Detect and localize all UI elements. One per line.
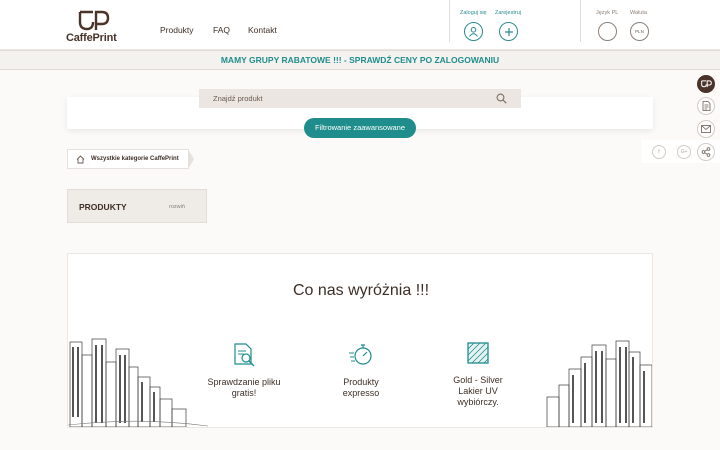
logo-cup-icon: [78, 10, 110, 31]
feature-file-check: Sprawdzanie pliku gratis!: [189, 342, 299, 399]
feature-varnish: Gold - Silver Lakier UV wybiórczy.: [423, 340, 533, 408]
user-icon: [469, 27, 478, 37]
share-icon: [701, 147, 711, 157]
sidebar-logo-button[interactable]: [697, 75, 715, 93]
city-skyline-right-icon: [546, 340, 652, 427]
logo[interactable]: CaffePrint: [66, 10, 126, 46]
feature-text: Sprawdzanie pliku: [207, 377, 281, 387]
nav-produkty[interactable]: Produkty: [160, 25, 194, 35]
features-section: Co nas wyróżnia !!! Sprawdzanie pliku gr…: [67, 253, 653, 428]
currency-selector[interactable]: PLN: [630, 22, 649, 41]
currency-value: PLN: [635, 29, 644, 34]
file-check-icon: [234, 343, 255, 367]
logo-cup-icon: [700, 80, 712, 88]
stopwatch-icon: [349, 344, 372, 365]
city-skyline-left-icon: [68, 338, 208, 427]
advanced-filter-button[interactable]: Filtrowanie zaawansowane: [304, 118, 416, 138]
sidebar-document-button[interactable]: [697, 97, 715, 115]
breadcrumb-label: Wszystkie kategorie CaffePrint: [91, 156, 179, 162]
sidebar-mail-button[interactable]: [697, 120, 715, 138]
breadcrumb[interactable]: Wszystkie kategorie CaffePrint: [67, 149, 189, 169]
mail-icon: [701, 125, 711, 133]
login-label[interactable]: Zaloguj się: [460, 10, 487, 16]
search-input[interactable]: [199, 89, 521, 108]
nav-kontakt[interactable]: Kontakt: [248, 25, 277, 35]
home-icon: [76, 154, 85, 163]
products-expand-toggle[interactable]: rozwiń: [169, 204, 185, 210]
google-plus-icon[interactable]: G+: [677, 145, 691, 159]
feature-text: Lakier UV: [458, 386, 498, 396]
facebook-icon[interactable]: f: [652, 145, 666, 159]
feature-text: Gold - Silver: [453, 375, 503, 385]
header-divider: [449, 0, 450, 42]
sidebar-share-button[interactable]: [697, 143, 715, 161]
breadcrumb-arrow: [188, 149, 194, 169]
site-header: CaffePrint Produkty FAQ Kontakt Zaloguj …: [0, 0, 720, 50]
language-selector[interactable]: [598, 22, 617, 41]
language-label: Język PL: [596, 10, 619, 16]
register-button[interactable]: [499, 22, 518, 41]
nav-faq[interactable]: FAQ: [213, 25, 230, 35]
feature-text: gratis!: [231, 388, 257, 398]
features-title: Co nas wyróżnia !!!: [292, 282, 430, 299]
feature-text: expresso: [342, 388, 380, 398]
feature-express: Produkty expresso: [306, 342, 416, 399]
products-panel[interactable]: PRODUKTY rozwiń: [67, 189, 207, 223]
register-label[interactable]: Zarejestruj: [495, 10, 521, 16]
currency-label: Waluta: [630, 10, 647, 16]
products-title: PRODUKTY: [79, 202, 127, 212]
discount-banner: MAMY GRUPY RABATOWE !!! - SPRAWDŹ CENY P…: [0, 50, 720, 70]
header-divider: [580, 0, 581, 42]
logo-text: CaffePrint: [66, 32, 117, 44]
plus-icon: [504, 27, 513, 36]
feature-text: Produkty: [343, 377, 379, 387]
feature-text: wybiórczy.: [457, 397, 499, 407]
search-icon[interactable]: [496, 93, 507, 104]
varnish-icon: [467, 342, 489, 364]
document-icon: [702, 101, 710, 111]
login-button[interactable]: [464, 22, 483, 41]
